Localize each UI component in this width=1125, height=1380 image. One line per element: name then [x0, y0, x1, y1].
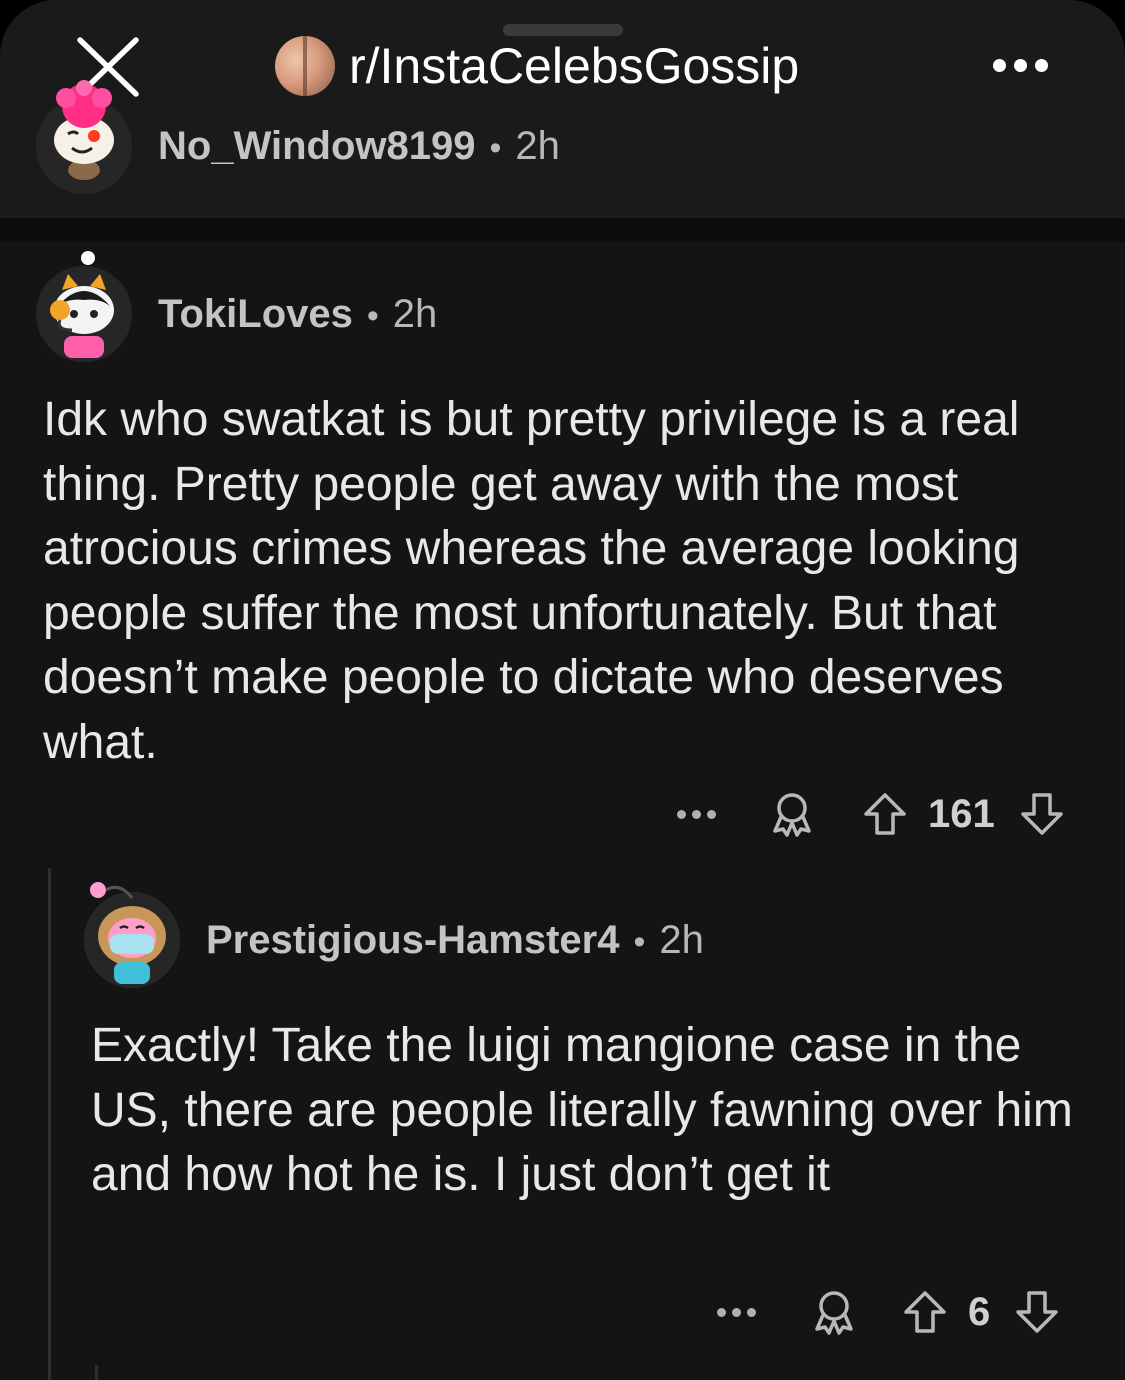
top-bar: r/InstaCelebsGossip No_Window8199 • 2h: [0, 0, 1125, 230]
snoo-avatar-icon: [36, 80, 132, 194]
award-button[interactable]: [806, 1289, 862, 1335]
upvote-arrow-icon: [904, 1291, 946, 1333]
post-author-name[interactable]: No_Window8199: [158, 124, 475, 168]
post-meta: No_Window8199 • 2h: [158, 124, 560, 169]
comment-author-row: TokiLoves • 2h: [36, 251, 437, 362]
comment-author-name[interactable]: TokiLoves: [158, 292, 353, 336]
post-time: 2h: [515, 123, 560, 168]
vote-count: 161: [928, 791, 995, 836]
downvote-button[interactable]: [1012, 1289, 1062, 1335]
subreddit-avatar: [275, 36, 335, 96]
meta-separator: •: [633, 922, 646, 961]
meta-separator: •: [489, 128, 502, 167]
snoo-avatar-icon: [36, 251, 132, 362]
comment-time: 2h: [392, 291, 438, 336]
comment-actions: 161: [668, 784, 1067, 844]
downvote-button[interactable]: [1017, 791, 1067, 837]
upvote-arrow-icon: [864, 793, 906, 835]
section-divider: [0, 218, 1125, 242]
post-author-row: No_Window8199 • 2h: [36, 80, 560, 194]
comment-meta: TokiLoves • 2h: [158, 292, 437, 337]
reply-meta: Prestigious-Hamster4 • 2h: [206, 918, 704, 963]
upvote-button[interactable]: [900, 1289, 950, 1335]
subreddit-title[interactable]: r/InstaCelebsGossip: [275, 34, 799, 98]
reply-author-row: Prestigious-Hamster4 • 2h: [84, 882, 704, 988]
award-icon: [815, 1291, 853, 1335]
comment-sheet: r/InstaCelebsGossip No_Window8199 • 2h T…: [0, 0, 1125, 1380]
snoo-avatar-icon: [84, 882, 180, 988]
more-options-button[interactable]: [985, 40, 1055, 90]
comment-body: Idk who swatkat is but pretty privilege …: [43, 393, 1020, 769]
downvote-arrow-icon: [1021, 793, 1063, 835]
reply-time: 2h: [659, 917, 704, 962]
more-horizontal-icon: [992, 58, 1048, 72]
thread-line[interactable]: [48, 868, 51, 1380]
reply-actions: 6: [708, 1282, 1062, 1342]
more-horizontal-icon: [716, 1307, 756, 1317]
nested-thread-line[interactable]: [95, 1365, 98, 1380]
downvote-arrow-icon: [1016, 1291, 1058, 1333]
avatar[interactable]: [36, 80, 132, 194]
award-icon: [773, 793, 811, 837]
upvote-button[interactable]: [860, 791, 910, 837]
award-button[interactable]: [764, 791, 820, 837]
more-options-button[interactable]: [668, 809, 724, 819]
subreddit-name: r/InstaCelebsGossip: [349, 38, 800, 94]
avatar[interactable]: [36, 251, 132, 362]
more-options-button[interactable]: [708, 1307, 764, 1317]
reply-author-name[interactable]: Prestigious-Hamster4: [206, 918, 619, 962]
vote-count: 6: [968, 1289, 991, 1334]
more-horizontal-icon: [676, 809, 716, 819]
reply-body: Exactly! Take the luigi mangione case in…: [91, 1019, 1073, 1201]
meta-separator: •: [366, 296, 379, 335]
avatar[interactable]: [84, 882, 180, 988]
